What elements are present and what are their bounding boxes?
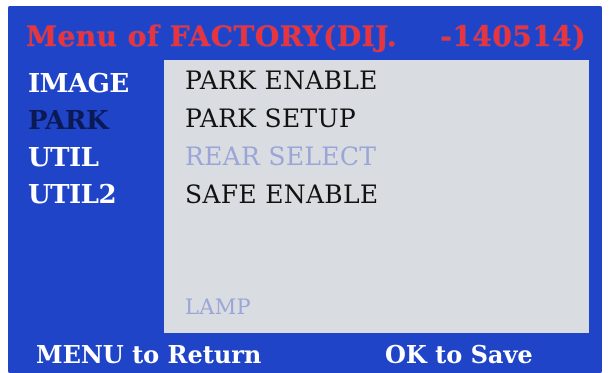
sidebar-item-util2[interactable]: UTIL2 xyxy=(28,177,168,214)
settings-panel: PARK ENABLE PARK SETUP REAR SELECT SAFE … xyxy=(164,60,589,333)
menu-title: Menu of FACTORY(DIJ. xyxy=(26,20,398,53)
sidebar-item-image[interactable]: IMAGE xyxy=(28,66,168,103)
return-hint: MENU to Return xyxy=(36,340,262,369)
save-hint: OK to Save xyxy=(385,340,533,369)
menu-version: -140514) xyxy=(440,20,586,53)
menu-item-safe-enable[interactable]: SAFE ENABLE xyxy=(185,180,378,209)
menu-title-bar: Menu of FACTORY(DIJ. -140514) xyxy=(26,16,592,60)
osd-screen: Menu of FACTORY(DIJ. -140514) IMAGE PARK… xyxy=(8,6,602,373)
sidebar-item-util[interactable]: UTIL xyxy=(28,140,168,177)
menu-item-rear-select: REAR SELECT xyxy=(185,142,377,171)
footer-hints: MENU to Return OK to Save xyxy=(8,336,602,373)
menu-item-park-enable[interactable]: PARK ENABLE xyxy=(185,66,378,95)
category-sidebar: IMAGE PARK UTIL UTIL2 xyxy=(28,66,168,214)
menu-item-lamp: LAMP xyxy=(185,295,251,319)
menu-item-park-setup[interactable]: PARK SETUP xyxy=(185,104,356,133)
sidebar-item-park[interactable]: PARK xyxy=(28,103,168,140)
